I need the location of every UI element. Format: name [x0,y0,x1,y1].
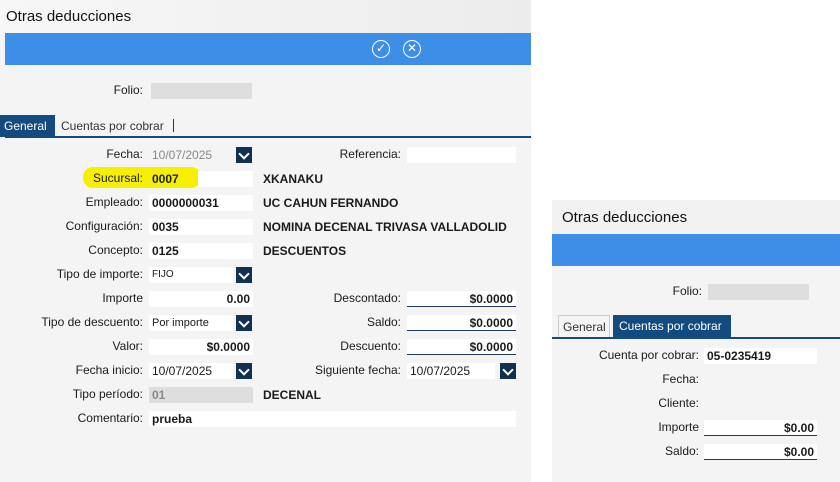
tipo-periodo-field: 01 [149,387,253,403]
tipo-periodo-name: DECENAL [263,388,322,402]
tipo-importe-select[interactable]: FIJO [149,267,233,283]
accept-button[interactable]: ✓ [372,40,390,58]
fecha-picker-button[interactable] [236,147,252,163]
tab-bar: General Cuentas por cobrar [0,115,531,137]
empleado-field[interactable]: 0000000031 [149,195,253,211]
saldo-label: Saldo: [664,444,699,458]
tipo-importe-label: Tipo de importe: [56,267,143,281]
fecha-inicio-picker-button[interactable] [236,363,252,379]
comentario-label: Comentario: [77,411,143,425]
valor-field[interactable]: $0.0000 [149,339,253,355]
folio-label: Folio: [672,284,702,298]
tab-cuentas-por-cobrar[interactable]: Cuentas por cobrar [57,115,175,137]
concepto-label: Concepto: [88,243,143,257]
saldo-value: $0.0000 [407,315,516,331]
folio-field[interactable] [151,83,252,99]
fecha-label: Fecha: [662,372,699,386]
tipo-descuento-select[interactable]: Por importe [149,315,233,331]
tab-bar: General Cuentas por cobrar [552,315,840,337]
saldo-label: Saldo: [366,315,401,329]
concepto-field[interactable]: 0125 [149,243,253,259]
tab-divider [173,119,174,132]
window-titlebar: Otras deducciones [0,0,531,33]
action-toolbar [552,234,840,266]
configuracion-label: Configuración: [65,219,143,233]
descontado-value: $0.0000 [407,291,516,307]
sucursal-label: Sucursal: [92,171,143,185]
comentario-field[interactable]: prueba [149,411,516,427]
form-body: Folio: General Cuentas por cobrar Fecha:… [0,65,531,482]
configuracion-name: NOMINA DECENAL TRIVASA VALLADOLID [263,220,507,234]
action-toolbar: ✓ ✕ [5,33,531,65]
referencia-label: Referencia: [339,147,401,161]
fecha-inicio-field[interactable]: 10/07/2025 [149,363,233,379]
fecha-label: Fecha: [106,147,143,161]
siguiente-fecha-field[interactable]: 10/07/2025 [407,363,495,379]
cliente-label: Cliente: [658,396,699,410]
tipo-descuento-label: Tipo de descuento: [41,315,143,329]
importe-label: Importe [658,420,699,434]
descuento-label: Descuento: [340,339,401,353]
siguiente-fecha-label: Siguiente fecha: [314,363,401,377]
concepto-name: DESCUENTOS [263,244,347,258]
x-circle-icon: ✕ [406,41,418,55]
tab-general[interactable]: General [0,115,55,137]
fecha-inicio-label: Fecha inicio: [75,363,143,377]
valor-label: Valor: [112,339,143,353]
empleado-name: UC CAHUN FERNANDO [263,196,399,210]
folio-label: Folio: [113,83,143,97]
siguiente-fecha-picker-button[interactable] [500,363,516,379]
window-titlebar: Otras deducciones [552,200,840,233]
cuenta-label: Cuenta por cobrar: [598,348,699,362]
cuenta-field[interactable]: 05-0235419 [704,348,817,364]
window-title: Otras deducciones [6,8,132,25]
descontado-label: Descontado: [333,291,401,305]
window-title: Otras deducciones [562,209,688,226]
saldo-value: $0.00 [704,444,817,460]
referencia-field[interactable] [407,147,516,163]
importe-value: $0.00 [704,420,817,436]
configuracion-field[interactable]: 0035 [149,219,253,235]
folio-field[interactable] [708,284,809,300]
tab-cuentas-por-cobrar[interactable]: Cuentas por cobrar [613,315,731,337]
cancel-button[interactable]: ✕ [403,40,421,58]
empleado-label: Empleado: [85,195,143,209]
tipo-descuento-dropdown-button[interactable] [236,315,252,331]
importe-label: Importe [102,291,143,305]
descuento-value: $0.0000 [407,339,516,355]
sucursal-name: XKANAKU [263,172,323,186]
fecha-field[interactable]: 10/07/2025 [149,147,231,163]
deducciones-window-general: Otras deducciones ✓ ✕ Folio: General Cue… [0,0,531,482]
check-circle-icon: ✓ [375,41,387,55]
tipo-periodo-label: Tipo período: [72,387,143,401]
deducciones-window-cuentas: Otras deducciones Folio: General Cuentas… [552,200,840,482]
tab-underline [552,337,840,339]
tab-underline [5,136,531,138]
tab-general[interactable]: General [558,315,610,337]
sucursal-field-bg [198,171,253,187]
importe-field[interactable]: 0.00 [149,291,253,307]
tipo-importe-dropdown-button[interactable] [236,267,252,283]
